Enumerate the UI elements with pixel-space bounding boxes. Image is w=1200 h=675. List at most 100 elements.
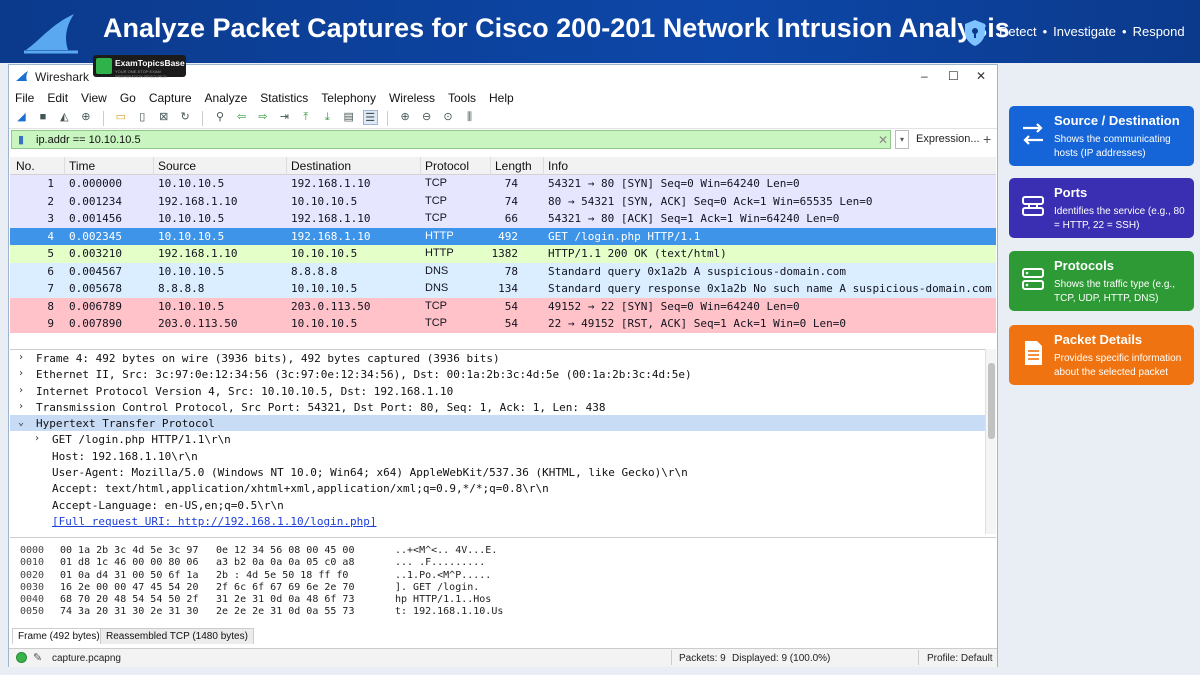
expand-arrow-icon[interactable]: ⌄ bbox=[18, 417, 24, 428]
packet-time: 0.006789 bbox=[69, 299, 122, 313]
close-button[interactable]: ✕ bbox=[976, 69, 986, 83]
add-filter-button[interactable]: + bbox=[983, 131, 991, 147]
menu-edit[interactable]: Edit bbox=[47, 91, 68, 105]
minimize-button[interactable]: – bbox=[921, 69, 928, 83]
packet-info: 22 → 49152 [RST, ACK] Seq=1 Ack=1 Win=0 … bbox=[548, 317, 847, 330]
menu-statistics[interactable]: Statistics bbox=[260, 91, 308, 105]
menu-view[interactable]: View bbox=[81, 91, 107, 105]
hex-line[interactable]: 0020 01 0a d4 31 00 50 6f 1a 2b : 4d 5e 50… bbox=[10, 569, 996, 581]
detail-line[interactable]: › Ethernet II, Src: 3c:97:0e:12:34:56 (3c… bbox=[10, 366, 996, 382]
hex-line[interactable]: 0030 16 2e 00 00 47 45 54 20 2f 6c 6f 67 6… bbox=[10, 581, 996, 593]
expand-arrow-icon[interactable]: › bbox=[18, 352, 24, 363]
column-header-destination[interactable]: Destination bbox=[291, 159, 351, 173]
column-header-time[interactable]: Time bbox=[69, 159, 95, 173]
expression-button[interactable]: Expression... bbox=[916, 133, 980, 145]
expand-arrow-icon[interactable]: › bbox=[18, 401, 24, 412]
save-file-icon[interactable]: ▯ bbox=[135, 110, 150, 125]
close-file-icon[interactable]: ⊠ bbox=[156, 110, 171, 125]
detail-line[interactable]: ⌄ Hypertext Transfer Protocol bbox=[10, 415, 996, 432]
menu-wireless[interactable]: Wireless bbox=[389, 91, 435, 105]
packet-protocol: TCP bbox=[425, 317, 447, 329]
details-scrollbar[interactable] bbox=[985, 349, 996, 534]
detail-line[interactable]: › GET /login.php HTTP/1.1\r\n bbox=[10, 431, 996, 447]
column-header-source[interactable]: Source bbox=[158, 159, 196, 173]
hex-line[interactable]: 0010 01 d8 1c 46 00 00 80 06 a3 b2 0a 0a 0… bbox=[10, 556, 996, 568]
zoom-out-icon[interactable]: ⊖ bbox=[419, 110, 434, 125]
tab-reassembled-tcp[interactable]: Reassembled TCP (1480 bytes) bbox=[100, 628, 254, 644]
packet-row[interactable]: 1 0.000000 10.10.10.5 192.168.1.10 TCP 74 5432… bbox=[10, 175, 996, 193]
colorize-icon[interactable]: ☰ bbox=[362, 110, 378, 125]
open-file-icon[interactable]: ▭ bbox=[113, 110, 128, 125]
hex-line[interactable]: 0000 00 1a 2b 3c 4d 5e 3c 97 0e 12 34 56 0… bbox=[10, 544, 996, 556]
autoscroll-icon[interactable]: ▤ bbox=[341, 110, 356, 125]
detail-text: Transmission Control Protocol, Src Port:… bbox=[36, 400, 606, 414]
packet-row[interactable]: 5 0.003210 192.168.1.10 10.10.10.5 HTTP 1382 H… bbox=[10, 245, 996, 263]
hex-ascii: ]. GET /login. bbox=[395, 581, 480, 593]
packet-row[interactable]: 9 0.007890 203.0.113.50 10.10.10.5 TCP 54 22 →… bbox=[10, 315, 996, 333]
capture-ready-icon[interactable] bbox=[16, 652, 27, 663]
packet-row[interactable]: 7 0.005678 8.8.8.8 10.10.10.5 DNS 134 Standard… bbox=[10, 280, 996, 298]
packet-row[interactable]: 8 0.006789 10.10.10.5 203.0.113.50 TCP 54 4915… bbox=[10, 297, 996, 315]
packet-row[interactable]: 3 0.001456 10.10.10.5 192.168.1.10 TCP 66 5432… bbox=[10, 210, 996, 228]
detail-line[interactable]: › Transmission Control Protocol, Src Port… bbox=[10, 399, 996, 415]
zoom-in-icon[interactable]: ⊕ bbox=[398, 110, 413, 125]
menu-tools[interactable]: Tools bbox=[448, 91, 476, 105]
expand-arrow-icon[interactable]: › bbox=[34, 433, 40, 444]
expand-arrow-icon[interactable]: › bbox=[18, 368, 24, 379]
packet-protocol: HTTP bbox=[425, 229, 454, 242]
packet-no: 9 bbox=[47, 317, 54, 330]
packet-row[interactable]: 6 0.004567 10.10.10.5 8.8.8.8 DNS 78 Standard … bbox=[10, 262, 996, 280]
detail-line[interactable]: User-Agent: Mozilla/5.0 (Windows NT 10.0… bbox=[10, 464, 996, 480]
menu-analyze[interactable]: Analyze bbox=[205, 91, 248, 105]
hex-ascii: hp HTTP/1.1..Hos bbox=[395, 594, 492, 606]
packet-row[interactable]: 4 0.002345 10.10.10.5 192.168.1.10 HTTP 492 GE… bbox=[10, 227, 996, 245]
packet-row[interactable]: 2 0.001234 192.168.1.10 10.10.10.5 TCP 74 80 →… bbox=[10, 192, 996, 210]
tab-frame[interactable]: Frame (492 bytes) bbox=[12, 628, 106, 644]
detail-line[interactable]: › Internet Protocol Version 4, Src: 10.10… bbox=[10, 383, 996, 399]
menu-capture[interactable]: Capture bbox=[149, 91, 192, 105]
go-back-icon[interactable]: ⇦ bbox=[234, 110, 249, 125]
bookmark-icon[interactable]: ▮ bbox=[18, 134, 28, 147]
start-capture-icon[interactable]: ◢ bbox=[14, 110, 29, 125]
go-last-icon[interactable]: ⤓ bbox=[320, 110, 335, 125]
column-header-protocol[interactable]: Protocol bbox=[425, 159, 469, 173]
display-filter-bar: ▮ ip.addr == 10.10.10.5 ✕ ▾ Expression..… bbox=[11, 130, 997, 151]
packet-length: 492 bbox=[498, 229, 518, 243]
scrollbar-thumb[interactable] bbox=[988, 363, 995, 439]
menu-file[interactable]: File bbox=[15, 91, 34, 105]
zoom-normal-icon[interactable]: ⊙ bbox=[441, 110, 456, 125]
column-header-info[interactable]: Info bbox=[548, 159, 568, 173]
maximize-button[interactable]: ☐ bbox=[948, 69, 959, 83]
resize-columns-icon[interactable]: ⫼ bbox=[462, 110, 477, 125]
detail-line[interactable]: › Frame 4: 492 bytes on wire (3936 bits),… bbox=[10, 350, 996, 366]
go-first-icon[interactable]: ⤒ bbox=[298, 110, 313, 125]
detail-line[interactable]: Accept-Language: en-US,en;q=0.5\r\n bbox=[10, 497, 996, 513]
menu-go[interactable]: Go bbox=[120, 91, 136, 105]
menu-telephony[interactable]: Telephony bbox=[321, 91, 376, 105]
column-header-length[interactable]: Length bbox=[495, 159, 532, 173]
go-forward-icon[interactable]: ⇨ bbox=[255, 110, 270, 125]
detail-line[interactable]: Accept: text/html,application/xhtml+xml,… bbox=[10, 480, 996, 496]
packet-list: No. Time Source Destination Protocol Len… bbox=[10, 157, 996, 337]
clear-filter-icon[interactable]: ✕ bbox=[878, 133, 888, 147]
expand-arrow-icon[interactable]: › bbox=[18, 385, 24, 396]
status-profile[interactable]: Profile: Default bbox=[927, 653, 993, 664]
column-header-no[interactable]: No. bbox=[16, 159, 35, 173]
display-filter-input[interactable]: ▮ ip.addr == 10.10.10.5 ✕ bbox=[11, 130, 891, 149]
hex-line[interactable]: 0050 74 3a 20 31 30 2e 31 30 2e 2e 2e 31 0… bbox=[10, 605, 996, 617]
restart-capture-icon[interactable]: ◭ bbox=[57, 110, 72, 125]
find-packet-icon[interactable]: ⚲ bbox=[213, 110, 228, 125]
filter-history-dropdown[interactable]: ▾ bbox=[895, 130, 909, 149]
detail-line[interactable]: Host: 192.168.1.10\r\n bbox=[10, 448, 996, 464]
hex-offset: 0010 bbox=[20, 557, 45, 569]
capture-options-icon[interactable]: ⊕ bbox=[78, 110, 93, 125]
stop-capture-icon[interactable]: ■ bbox=[35, 110, 50, 125]
packet-destination: 10.10.10.5 bbox=[291, 282, 358, 295]
hex-line[interactable]: 0040 68 70 20 48 54 54 50 2f 31 2e 31 0d 0… bbox=[10, 593, 996, 605]
go-to-packet-icon[interactable]: ⇥ bbox=[277, 110, 292, 125]
edit-comment-icon[interactable]: ✎ bbox=[33, 651, 42, 664]
banner-title: Analyze Packet Captures for Cisco 200-20… bbox=[103, 13, 1010, 43]
menu-help[interactable]: Help bbox=[489, 91, 514, 105]
detail-line[interactable]: [Full request URI: http://192.168.1.10/l… bbox=[10, 513, 996, 529]
reload-file-icon[interactable]: ↻ bbox=[178, 110, 193, 125]
